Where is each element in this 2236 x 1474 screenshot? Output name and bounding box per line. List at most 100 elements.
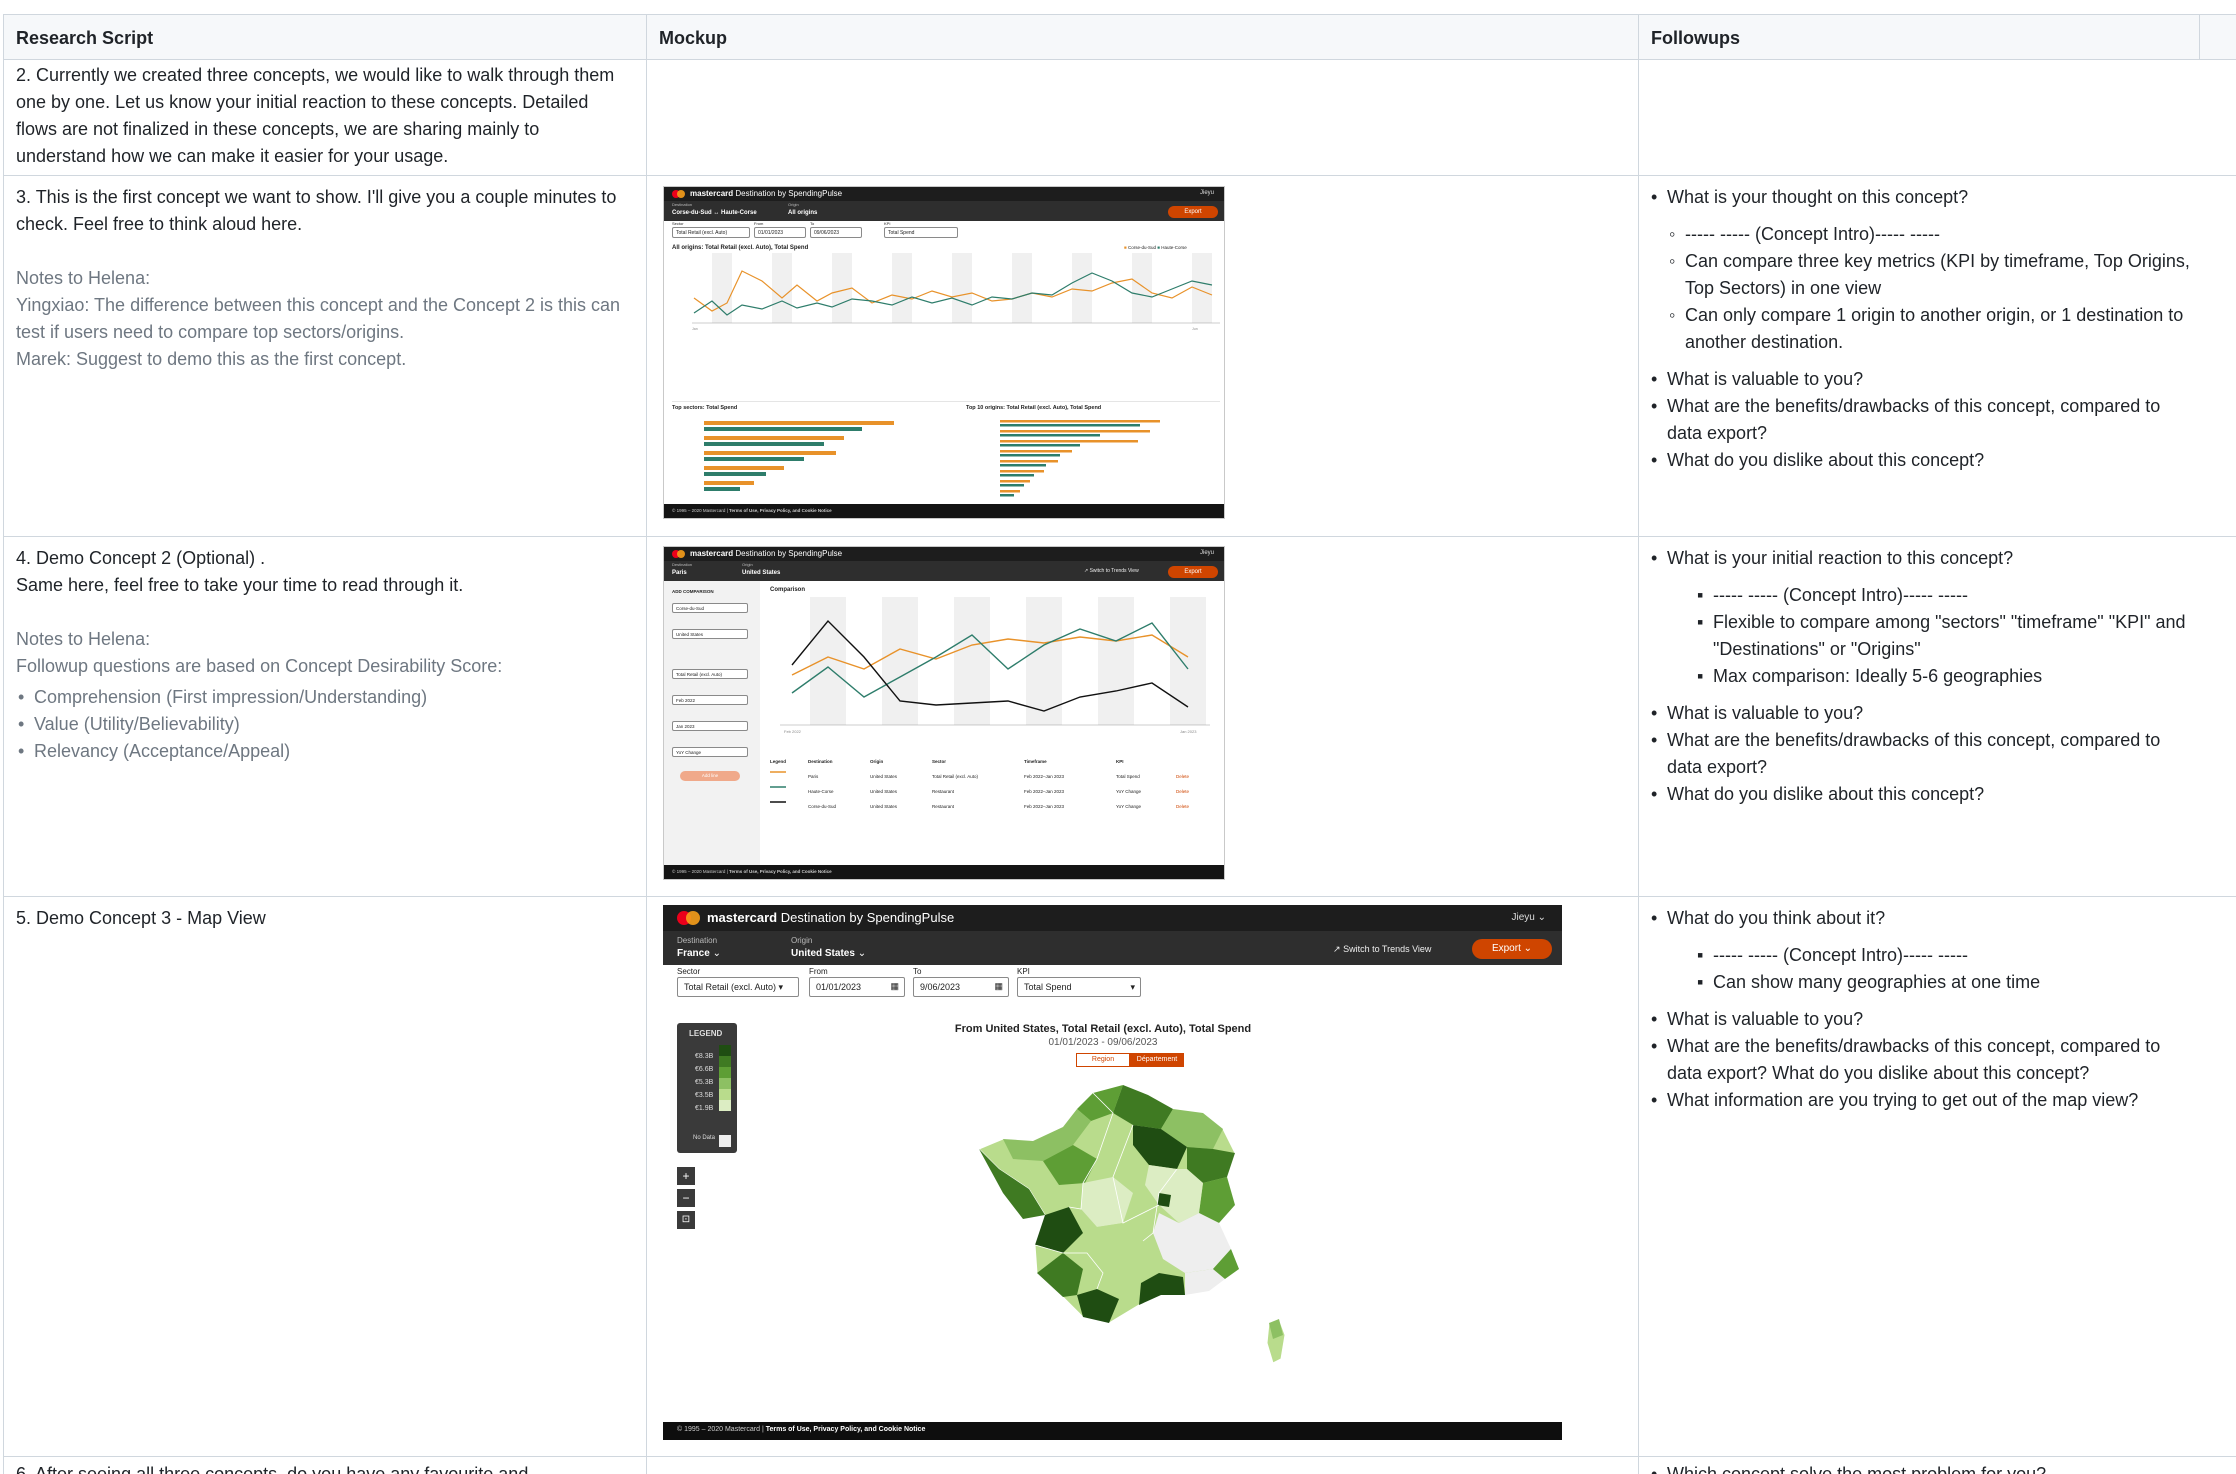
followup-sub-item: Can show many geographies at one time bbox=[1639, 969, 2199, 996]
origin-label: Origin bbox=[791, 936, 813, 945]
kpi-select[interactable]: Total Spend bbox=[884, 227, 958, 238]
followup-item: What do you dislike about this concept? bbox=[1639, 781, 2199, 808]
notes-title: Notes to Helena: bbox=[16, 629, 151, 649]
chart-title: All origins: Total Retail (excl. Auto), … bbox=[672, 245, 809, 251]
delete-link[interactable]: Delete bbox=[1176, 804, 1189, 809]
destination-label: Destination bbox=[677, 936, 718, 945]
legend-value: €3.5B bbox=[695, 1092, 714, 1099]
map-dates: 01/01/2023 - 09/06/2023 bbox=[1048, 1037, 1158, 1048]
concept3-mockup: mastercard Destination by SpendingPulse … bbox=[663, 905, 1562, 1440]
table-row: 2. Currently we created three concepts, … bbox=[3, 60, 2236, 176]
table-row: 3. This is the first concept we want to … bbox=[3, 176, 2236, 537]
table-row: 4. Demo Concept 2 (Optional) . Same here… bbox=[3, 537, 2236, 897]
compare-destination-select[interactable]: Corse-du-Sud bbox=[672, 603, 748, 613]
compare-kpi-select[interactable]: YoY Change bbox=[672, 747, 748, 757]
followup-item: What are the benefits/drawbacks of this … bbox=[1639, 727, 2199, 781]
origin-label: Origin bbox=[742, 562, 753, 567]
table-row: 5. Demo Concept 3 - Map View mastercard … bbox=[3, 897, 2236, 1457]
chart-legend: ■ Corse-du-Sud ■ Haute-Corse bbox=[1124, 245, 1187, 250]
mockup-cell: mastercard Destination by SpendingPulse … bbox=[647, 537, 1639, 896]
top-origins-title: Top 10 origins: Total Retail (excl. Auto… bbox=[966, 405, 1102, 411]
switch-trends-link[interactable]: ↗ Switch to Trends View bbox=[1084, 568, 1139, 574]
script-cell: 6. After seeing all three concepts, do y… bbox=[3, 1457, 647, 1474]
sector-select[interactable]: Total Retail (excl. Auto) ▾ bbox=[677, 977, 799, 997]
user-menu[interactable]: Jieyu bbox=[1200, 550, 1214, 557]
followup-sub-item: Flexible to compare among "sectors" "tim… bbox=[1639, 609, 2199, 663]
followup-item: What are the benefits/drawbacks of this … bbox=[1639, 393, 2199, 447]
legend-value: €5.3B bbox=[695, 1079, 714, 1086]
add-line-button[interactable]: Add line bbox=[680, 771, 740, 781]
followup-item: What are the benefits/drawbacks of this … bbox=[1639, 1033, 2199, 1087]
switch-trends-link[interactable]: ↗ Switch to Trends View bbox=[1333, 944, 1431, 955]
mockup-topbar: mastercard Destination by SpendingPulse … bbox=[664, 547, 1224, 561]
export-button[interactable]: Export bbox=[1168, 566, 1218, 578]
compare-sector-select[interactable]: Total Retail (excl. Auto) bbox=[672, 669, 748, 679]
user-menu[interactable]: Jieyu ⌄ bbox=[1511, 912, 1546, 924]
svg-text:Jun: Jun bbox=[1192, 327, 1198, 331]
mockup-footer: © 1995 – 2020 Mastercard | Terms of Use,… bbox=[663, 1422, 1562, 1440]
followup-item: Which concept solve the most problem for… bbox=[1639, 1461, 2199, 1474]
zoom-out-button[interactable]: − bbox=[677, 1189, 695, 1207]
mockup-filterbar: Destination Corse-du-Sud ↔ Haute-Corse O… bbox=[664, 201, 1224, 221]
svg-text:Jan: Jan bbox=[692, 327, 698, 331]
table-header: Research Script Mockup Followups bbox=[3, 14, 2236, 60]
followup-sub-item: ----- ----- (Concept Intro)----- ----- bbox=[1639, 582, 2199, 609]
departement-toggle[interactable]: Département bbox=[1130, 1053, 1184, 1067]
compare-from-input[interactable]: Feb 2022 bbox=[672, 695, 748, 705]
followup-item: What is your thought on this concept? bbox=[1639, 184, 2199, 211]
script-text: 2. Currently we created three concepts, … bbox=[16, 65, 615, 166]
mockup-footer: © 1995 – 2020 Mastercard | Terms of Use,… bbox=[664, 865, 1224, 879]
origin-select[interactable]: United States ⌄ bbox=[791, 948, 866, 960]
region-toggle[interactable]: Region bbox=[1076, 1053, 1130, 1067]
export-button[interactable]: Export ⌄ bbox=[1472, 939, 1552, 959]
to-label: To bbox=[913, 967, 922, 976]
script-cell: 3. This is the first concept we want to … bbox=[3, 176, 647, 536]
brand: mastercard Destination by SpendingPulse bbox=[690, 189, 843, 198]
table-row: Haute-Corse United States Restaurant Feb 20… bbox=[808, 788, 1190, 794]
origin-select[interactable]: United States bbox=[742, 570, 780, 577]
origin-select[interactable]: All origins bbox=[788, 210, 817, 217]
delete-link[interactable]: Delete bbox=[1176, 774, 1189, 779]
table-row: Paris United States Total Retail (excl. Au… bbox=[808, 773, 1190, 779]
top-sectors-bar-chart bbox=[704, 421, 894, 491]
kpi-select[interactable]: Total Spend ▾ bbox=[1017, 977, 1141, 997]
followups-cell: What do you think about it? ----- ----- … bbox=[1639, 897, 2199, 1456]
compare-origin-select[interactable]: United States bbox=[672, 629, 748, 639]
notes-list-item: Relevancy (Acceptance/Appeal) bbox=[6, 738, 646, 765]
to-date-input[interactable]: 09/06/2023 bbox=[810, 227, 862, 238]
top-sectors-title: Top sectors: Total Spend bbox=[672, 405, 738, 411]
sector-select[interactable]: Total Retail (excl. Auto) bbox=[672, 227, 750, 238]
svg-text:Feb 2022: Feb 2022 bbox=[784, 729, 802, 734]
concept1-mockup: mastercard Destination by SpendingPulse … bbox=[663, 186, 1225, 519]
header-research-script: Research Script bbox=[3, 15, 647, 59]
to-date-input[interactable]: 9/06/2023 ▦ bbox=[913, 977, 1009, 997]
mockup-cell: mastercard Destination by SpendingPulse … bbox=[647, 176, 1639, 536]
table-header-row: Legend Destination Origin Sector Timeframe KP… bbox=[770, 759, 1124, 764]
destination-select[interactable]: Paris bbox=[672, 570, 687, 577]
zoom-in-button[interactable]: + bbox=[677, 1167, 695, 1185]
from-date-input[interactable]: 01/01/2023 ▦ bbox=[809, 977, 905, 997]
followup-item: What do you think about it? bbox=[1639, 905, 2199, 932]
followup-sub-item: ----- ----- (Concept Intro)----- ----- bbox=[1639, 942, 2199, 969]
notes-line: Marek: Suggest to demo this as the first… bbox=[16, 349, 407, 369]
compare-to-input[interactable]: Jan 2023 bbox=[672, 721, 748, 731]
script-text: 4. Demo Concept 2 (Optional) . Same here… bbox=[16, 548, 464, 595]
recenter-icon[interactable]: ⊡ bbox=[677, 1211, 695, 1229]
followups-cell: What is your initial reaction to this co… bbox=[1639, 537, 2199, 896]
followup-item: What information are you trying to get o… bbox=[1639, 1087, 2199, 1114]
comparison-line-chart: Feb 2022 Jan 2023 bbox=[780, 597, 1210, 734]
delete-link[interactable]: Delete bbox=[1176, 789, 1189, 794]
destination-select[interactable]: Corse-du-Sud ↔ Haute-Corse bbox=[672, 210, 757, 217]
map-title: From United States, Total Retail (excl. … bbox=[954, 1023, 1252, 1035]
mockup-topbar: mastercard Destination by SpendingPulse … bbox=[663, 905, 1562, 931]
destination-select[interactable]: France ⌄ bbox=[677, 948, 721, 960]
export-button[interactable]: Export bbox=[1168, 206, 1218, 218]
user-menu[interactable]: Jieyu bbox=[1200, 190, 1214, 197]
from-date-input[interactable]: 01/01/2023 bbox=[754, 227, 806, 238]
legend-value: €8.3B bbox=[695, 1053, 714, 1060]
followup-item: What is valuable to you? bbox=[1639, 366, 2199, 393]
followup-sub-item: Max comparison: Ideally 5-6 geographies bbox=[1639, 663, 2199, 690]
map-legend: LEGEND €8.3B €6.6B €5.3B €3.5B €1.9B No … bbox=[677, 1023, 737, 1153]
mockup-cell bbox=[647, 60, 1639, 175]
chart-title: Comparison bbox=[770, 587, 806, 593]
